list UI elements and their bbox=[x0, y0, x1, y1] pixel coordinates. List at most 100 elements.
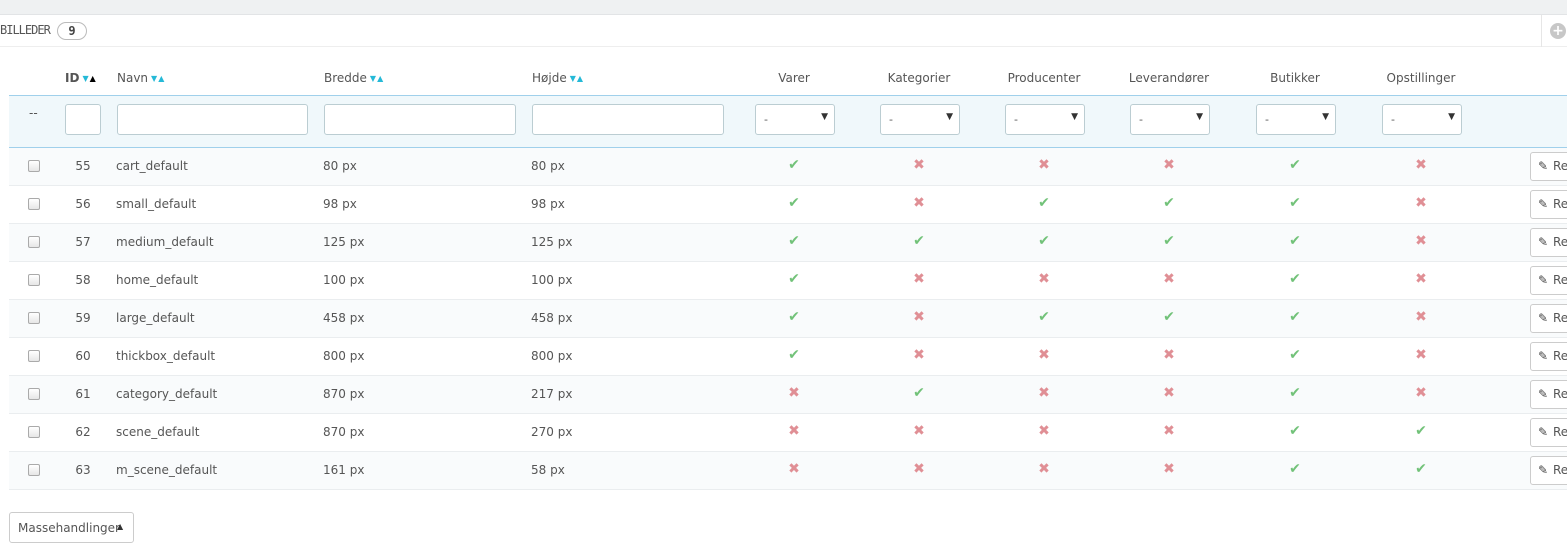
cell-name: scene_default bbox=[116, 425, 200, 439]
bulk-actions-button[interactable]: Massehandlinger ▲ bbox=[9, 512, 134, 543]
sort-asc-icon[interactable]: ▲ bbox=[90, 74, 96, 83]
filter-products-select[interactable]: - ▼ bbox=[755, 104, 835, 135]
chevron-down-icon: ▼ bbox=[1322, 112, 1329, 122]
edit-button[interactable]: ✎ Re bbox=[1530, 418, 1567, 447]
sort-desc-icon[interactable]: ▼ bbox=[82, 74, 88, 83]
cell-height: 458 px bbox=[531, 311, 573, 325]
pencil-icon: ✎ bbox=[1538, 311, 1549, 325]
table-row[interactable]: 57 medium_default 125 px 125 px ✔ ✔ ✔ ✔ ✔ ✖ ✎ Re bbox=[9, 224, 1567, 262]
cell-width: 125 px bbox=[323, 235, 365, 249]
edit-button[interactable]: ✎ Re bbox=[1530, 304, 1567, 333]
row-checkbox[interactable] bbox=[28, 388, 40, 400]
cross-icon: ✖ bbox=[913, 271, 925, 287]
edit-button[interactable]: ✎ Re bbox=[1530, 380, 1567, 409]
cell-name: m_scene_default bbox=[116, 463, 218, 477]
row-checkbox[interactable] bbox=[28, 274, 40, 286]
edit-button[interactable]: ✎ Re bbox=[1530, 152, 1567, 181]
edit-button[interactable]: ✎ Re bbox=[1530, 190, 1567, 219]
table-row[interactable]: 59 large_default 458 px 458 px ✔ ✖ ✔ ✔ ✔ ✖ ✎ Re bbox=[9, 300, 1567, 338]
col-header-manufacturers: Producenter bbox=[1007, 71, 1081, 85]
cell-name: thickbox_default bbox=[116, 349, 216, 363]
filter-suppliers-select[interactable]: - ▼ bbox=[1130, 104, 1210, 135]
check-icon: ✔ bbox=[1289, 347, 1301, 363]
cross-icon: ✖ bbox=[913, 347, 925, 363]
table-row[interactable]: 61 category_default 870 px 217 px ✖ ✔ ✖ ✖ ✔ ✖ ✎ Re bbox=[9, 376, 1567, 414]
sort-asc-icon[interactable]: ▲ bbox=[577, 74, 583, 83]
cell-height: 98 px bbox=[531, 197, 565, 211]
pencil-icon: ✎ bbox=[1538, 159, 1549, 173]
cell-id: 56 bbox=[75, 197, 91, 211]
pencil-icon: ✎ bbox=[1538, 235, 1549, 249]
cross-icon: ✖ bbox=[1038, 157, 1050, 173]
pencil-icon: ✎ bbox=[1538, 349, 1549, 363]
sort-icons-name[interactable]: ▼▲ bbox=[151, 74, 164, 83]
cell-width: 80 px bbox=[323, 159, 357, 173]
sort-asc-icon[interactable]: ▲ bbox=[158, 74, 164, 83]
row-checkbox[interactable] bbox=[28, 236, 40, 248]
edit-button[interactable]: ✎ Re bbox=[1530, 228, 1567, 257]
table-row[interactable]: 62 scene_default 870 px 270 px ✖ ✖ ✖ ✖ ✔ ✔ ✎ Re bbox=[9, 414, 1567, 452]
cell-width: 800 px bbox=[323, 349, 365, 363]
pencil-icon: ✎ bbox=[1538, 273, 1549, 287]
filter-name-input[interactable] bbox=[117, 104, 308, 135]
cross-icon: ✖ bbox=[1163, 461, 1175, 477]
filter-width-input[interactable] bbox=[324, 104, 516, 135]
count-badge: 9 bbox=[57, 22, 87, 40]
table-row[interactable]: 56 small_default 98 px 98 px ✔ ✖ ✔ ✔ ✔ ✖ ✎ Re bbox=[9, 186, 1567, 224]
cross-icon: ✖ bbox=[913, 309, 925, 325]
add-circle-icon[interactable]: + bbox=[1550, 23, 1566, 39]
row-checkbox[interactable] bbox=[28, 312, 40, 324]
filter-manufacturers-select[interactable]: - ▼ bbox=[1005, 104, 1085, 135]
check-icon: ✔ bbox=[1289, 195, 1301, 211]
edit-button[interactable]: ✎ Re bbox=[1530, 456, 1567, 485]
sort-icons-height[interactable]: ▼▲ bbox=[570, 74, 583, 83]
sort-desc-icon[interactable]: ▼ bbox=[570, 74, 576, 83]
check-icon: ✔ bbox=[1163, 233, 1175, 249]
row-checkbox[interactable] bbox=[28, 350, 40, 362]
sort-asc-icon[interactable]: ▲ bbox=[377, 74, 383, 83]
row-checkbox[interactable] bbox=[28, 464, 40, 476]
filter-stores-select[interactable]: - ▼ bbox=[1256, 104, 1336, 135]
cell-width: 98 px bbox=[323, 197, 357, 211]
cross-icon: ✖ bbox=[1038, 347, 1050, 363]
table-row[interactable]: 55 cart_default 80 px 80 px ✔ ✖ ✖ ✖ ✔ ✖ ✎ Re bbox=[9, 148, 1567, 186]
cell-name: small_default bbox=[116, 197, 197, 211]
chevron-down-icon: ▼ bbox=[946, 112, 953, 122]
edit-label: Re bbox=[1553, 349, 1567, 363]
cross-icon: ✖ bbox=[1415, 271, 1427, 287]
col-header-height: Højde ▼▲ bbox=[532, 71, 584, 85]
row-checkbox[interactable] bbox=[28, 198, 40, 210]
edit-button[interactable]: ✎ Re bbox=[1530, 266, 1567, 295]
check-icon: ✔ bbox=[913, 233, 925, 249]
caret-up-icon: ▲ bbox=[117, 522, 124, 531]
table-row[interactable]: 60 thickbox_default 800 px 800 px ✔ ✖ ✖ ✖ ✔ ✖ ✎ Re bbox=[9, 338, 1567, 376]
add-new-wrapper: + bbox=[1541, 15, 1567, 47]
cell-width: 870 px bbox=[323, 425, 365, 439]
col-header-name: Navn ▼▲ bbox=[117, 71, 165, 85]
check-icon: ✔ bbox=[1038, 309, 1050, 325]
cross-icon: ✖ bbox=[1038, 461, 1050, 477]
sort-icons-id[interactable]: ▼▲ bbox=[82, 74, 95, 83]
filter-scenes-select[interactable]: - ▼ bbox=[1382, 104, 1462, 135]
cross-icon: ✖ bbox=[1415, 347, 1427, 363]
sort-icons-width[interactable]: ▼▲ bbox=[370, 74, 383, 83]
filter-categories-select[interactable]: - ▼ bbox=[880, 104, 960, 135]
check-icon: ✔ bbox=[1289, 157, 1301, 173]
check-icon: ✔ bbox=[1289, 271, 1301, 287]
chevron-down-icon: ▼ bbox=[821, 112, 828, 122]
cross-icon: ✖ bbox=[1163, 157, 1175, 173]
filter-height-input[interactable] bbox=[532, 104, 724, 135]
row-checkbox[interactable] bbox=[28, 426, 40, 438]
check-icon: ✔ bbox=[1289, 385, 1301, 401]
sort-desc-icon[interactable]: ▼ bbox=[151, 74, 157, 83]
cross-icon: ✖ bbox=[913, 423, 925, 439]
edit-button[interactable]: ✎ Re bbox=[1530, 342, 1567, 371]
sort-desc-icon[interactable]: ▼ bbox=[370, 74, 376, 83]
cell-name: cart_default bbox=[116, 159, 188, 173]
edit-label: Re bbox=[1553, 463, 1567, 477]
row-checkbox[interactable] bbox=[28, 160, 40, 172]
table-row[interactable]: 58 home_default 100 px 100 px ✔ ✖ ✖ ✖ ✔ ✖ ✎ Re bbox=[9, 262, 1567, 300]
table-row[interactable]: 63 m_scene_default 161 px 58 px ✖ ✖ ✖ ✖ ✔ ✔ ✎ Re bbox=[9, 452, 1567, 490]
filter-id-input[interactable] bbox=[65, 104, 101, 135]
check-icon: ✔ bbox=[1038, 233, 1050, 249]
